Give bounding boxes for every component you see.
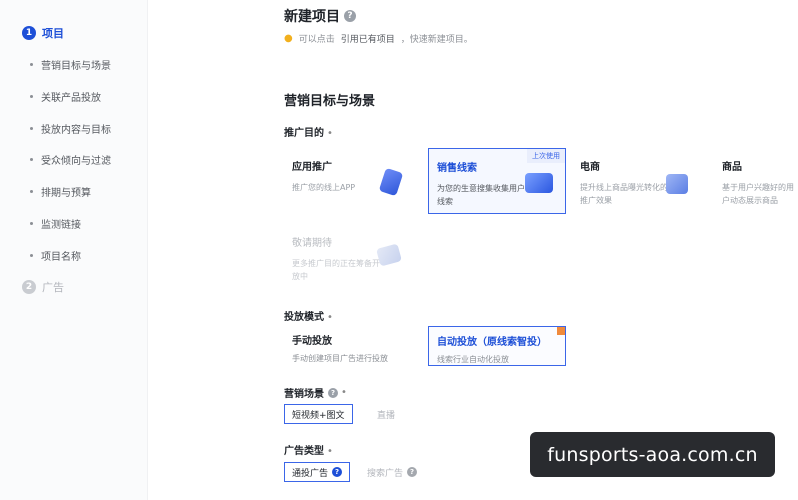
option-label: 直播 xyxy=(377,410,396,421)
card-ecommerce[interactable]: 电商 提升线上商品曝光转化的推广效果 xyxy=(572,148,710,214)
card-title: 电商 xyxy=(580,162,600,173)
page-title-text: 新建项目 xyxy=(284,9,340,25)
corner-flag-icon xyxy=(557,327,565,335)
page-title: 新建项目 ? xyxy=(284,6,356,26)
sidebar-item-product[interactable]: 关联产品投放 xyxy=(30,89,101,104)
promotion-label-text: 推广目的 xyxy=(284,128,324,139)
option-label: 通投广告 xyxy=(292,468,329,479)
bullet-icon xyxy=(30,254,33,257)
sidebar-item-label: 排期与预算 xyxy=(41,188,91,199)
section-title: 营销目标与场景 xyxy=(284,94,376,109)
option-label: 短视频+图文 xyxy=(292,410,345,421)
card-desc: 基于用户兴趣好的用户动态展示商品 xyxy=(722,183,794,205)
mode-manual[interactable]: 手动投放 手动创建项目广告进行投放 xyxy=(284,326,422,366)
adtype-label-text: 广告类型 xyxy=(284,446,324,457)
step-label: 项目 xyxy=(42,27,64,40)
card-desc: 更多推广目的正在筹备开放中 xyxy=(292,259,380,281)
bullet-icon xyxy=(30,63,33,66)
sidebar-item-label: 监测链接 xyxy=(41,220,81,231)
card-goods[interactable]: 商品 基于用户兴趣好的用户动态展示商品 xyxy=(714,148,798,214)
mode-auto[interactable]: 自动投放（原线索智投） 线索行业自动化投放 xyxy=(428,326,566,366)
tip-bar: ● 可以点击 引用已有项目 ，快速新建项目。 xyxy=(284,32,473,45)
main-content: 新建项目 ? ● 可以点击 引用已有项目 ，快速新建项目。 营销目标与场景 推广… xyxy=(148,0,798,500)
bullet-icon xyxy=(30,158,33,161)
scene-label-text: 营销场景 xyxy=(284,389,324,400)
card-sales-leads[interactable]: 销售线索 为您的生意搜集收集用户线索 上次使用 xyxy=(428,148,566,214)
scene-option-live[interactable]: 直播 xyxy=(370,404,402,424)
sidebar-item-label: 受众倾向与过滤 xyxy=(41,156,111,167)
promotion-label: 推广目的 • xyxy=(284,124,333,139)
sidebar-item-label: 关联产品投放 xyxy=(41,93,101,104)
step-number: 1 xyxy=(22,26,36,40)
scene-option-short-video[interactable]: 短视频+图文 xyxy=(284,404,353,424)
card-desc: 提升线上商品曝光转化的推广效果 xyxy=(580,183,668,205)
sidebar-item-marketing-goal[interactable]: 营销目标与场景 xyxy=(30,57,111,72)
required-mark: • xyxy=(341,387,347,398)
lightbulb-icon: ● xyxy=(284,33,293,44)
step-sidebar: 1 项目 营销目标与场景 关联产品投放 投放内容与目标 受众倾向与过滤 排期与预… xyxy=(0,0,148,500)
step-project[interactable]: 1 项目 xyxy=(22,25,64,41)
card-desc: 为您的生意搜集收集用户线索 xyxy=(437,184,525,206)
sidebar-item-schedule[interactable]: 排期与预算 xyxy=(30,184,91,199)
step-number: 2 xyxy=(22,280,36,294)
sidebar-item-audience[interactable]: 受众倾向与过滤 xyxy=(30,152,111,167)
question-circle-icon[interactable]: ? xyxy=(407,467,418,477)
scene-label: 营销场景 ? • xyxy=(284,385,347,400)
sidebar-item-name[interactable]: 项目名称 xyxy=(30,248,81,263)
shopping-bag-icon xyxy=(666,174,688,194)
bullet-icon xyxy=(30,127,33,130)
sidebar-item-content[interactable]: 投放内容与目标 xyxy=(30,121,111,136)
reference-project-link[interactable]: 引用已有项目 xyxy=(341,32,395,45)
adtype-option-search[interactable]: 搜索广告 ? xyxy=(360,462,424,482)
bullet-icon xyxy=(30,95,33,98)
question-circle-icon[interactable]: ? xyxy=(332,467,343,477)
card-coming-soon: 敬请期待 更多推广目的正在筹备开放中 xyxy=(284,224,422,290)
mode-desc: 手动创建项目广告进行投放 xyxy=(292,354,388,363)
sidebar-item-label: 营销目标与场景 xyxy=(41,61,111,72)
delivery-label-text: 投放模式 xyxy=(284,312,324,323)
option-label: 搜索广告 xyxy=(367,468,404,479)
sidebar-item-tracking[interactable]: 监测链接 xyxy=(30,216,81,231)
bullet-icon xyxy=(30,190,33,193)
mode-title: 手动投放 xyxy=(292,336,332,347)
tip-suffix: ，快速新建项目。 xyxy=(400,35,473,45)
mode-desc: 线索行业自动化投放 xyxy=(437,355,509,364)
required-mark: • xyxy=(327,128,333,139)
card-desc: 推广您的线上APP xyxy=(292,183,356,192)
tip-prefix: 可以点击 xyxy=(298,35,335,45)
bullet-icon xyxy=(30,222,33,225)
adtype-option-general[interactable]: 通投广告 ? xyxy=(284,462,351,482)
adtype-label: 广告类型 • xyxy=(284,442,333,457)
card-app-promotion[interactable]: 应用推广 推广您的线上APP xyxy=(284,148,422,214)
question-circle-icon[interactable]: ? xyxy=(344,10,356,22)
question-circle-icon[interactable]: ? xyxy=(328,387,338,398)
form-icon xyxy=(525,173,553,193)
step-ad[interactable]: 2 广告 xyxy=(22,279,64,295)
placeholder-icon xyxy=(376,243,402,267)
card-title: 商品 xyxy=(722,162,742,173)
required-mark: • xyxy=(327,446,333,457)
mode-title: 自动投放（原线索智投） xyxy=(437,337,547,348)
watermark-banner: funsports-aoa.com.cn xyxy=(530,432,775,477)
last-used-badge: 上次使用 xyxy=(527,149,565,163)
delivery-label: 投放模式 • xyxy=(284,308,333,323)
step-label: 广告 xyxy=(42,281,64,294)
required-mark: • xyxy=(327,312,333,323)
sidebar-item-label: 投放内容与目标 xyxy=(41,125,111,136)
sidebar-item-label: 项目名称 xyxy=(41,252,81,263)
